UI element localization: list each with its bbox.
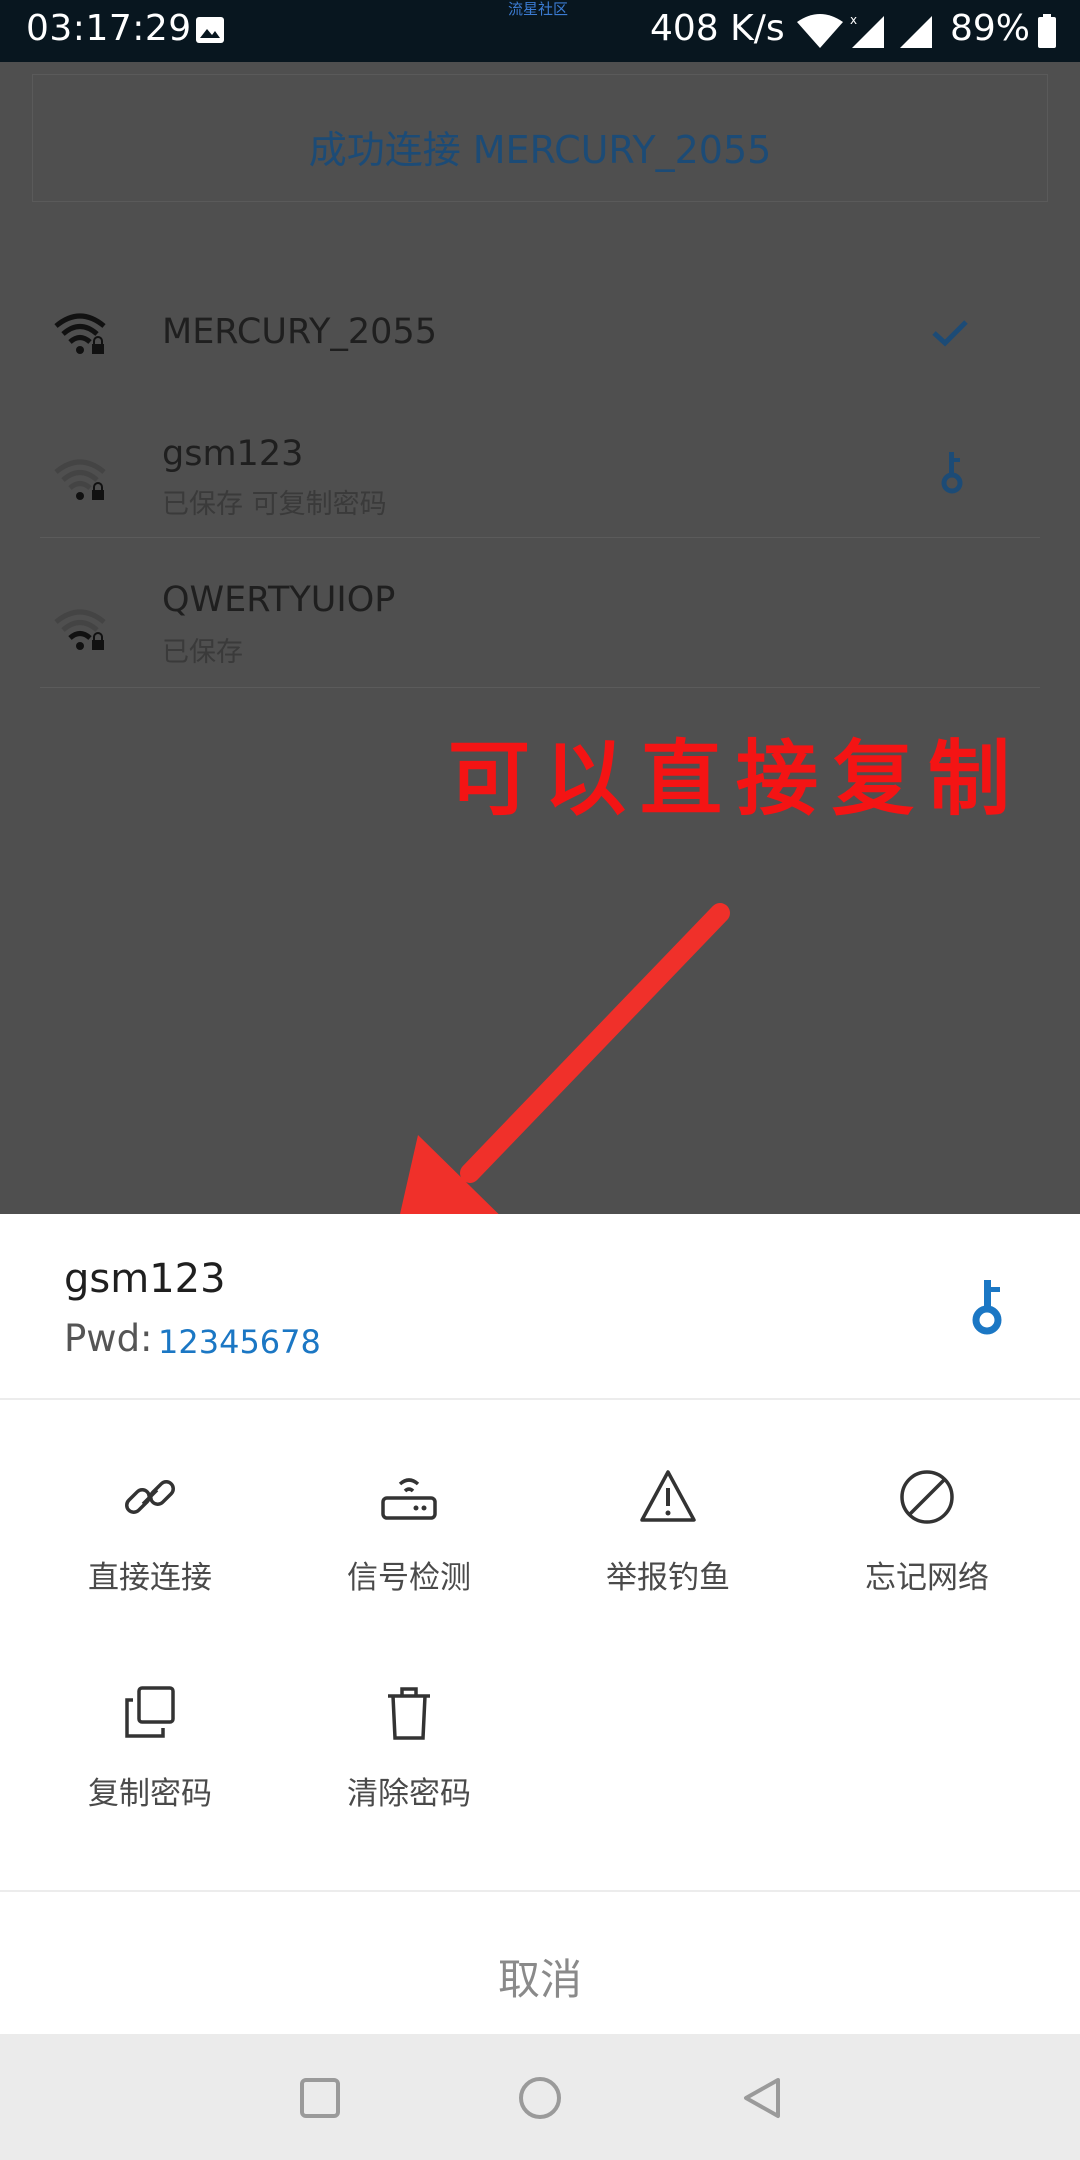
status-time: 03:17:29 [26,8,192,49]
wifi-lock-weak-icon [54,459,106,500]
battery-icon [1038,14,1056,48]
network-speed: 408 K/s [650,8,785,49]
wifi-ssid: gsm123 [162,434,304,474]
block-icon [900,1470,954,1524]
password-value[interactable]: 12345678 [158,1323,321,1361]
clear-password-button[interactable]: 清除密码 [319,1684,499,1854]
cancel-label: 取消 [497,1955,582,2004]
wifi-ssid: MERCURY_2055 [162,312,437,352]
recents-icon[interactable] [296,2074,344,2122]
svg-text:x: x [850,14,857,27]
action-label: 复制密码 [88,1776,212,1812]
list-divider [40,687,1040,688]
watermark-text: 流星社区 [508,0,569,18]
connect-button[interactable]: 直接连接 [60,1468,240,1638]
sheet-divider [0,1890,1080,1892]
image-notification-icon [196,17,224,43]
wifi-ssid: QWERTYUIOP [162,580,396,620]
back-icon[interactable] [738,2074,786,2122]
report-phishing-button[interactable]: 举报钓鱼 [578,1468,758,1638]
action-label: 举报钓鱼 [606,1560,730,1596]
sheet-divider [0,1398,1080,1400]
router-icon [381,1478,437,1520]
cell-signal-2-icon [900,16,932,48]
key-icon[interactable] [938,450,966,496]
annotation-text: 可以直接复制 [448,732,1025,827]
copy-password-button[interactable]: 复制密码 [60,1684,240,1854]
wifi-status-icon [797,14,843,48]
signal-test-button[interactable]: 信号检测 [319,1468,499,1638]
sheet-ssid: gsm123 [64,1256,226,1302]
home-icon[interactable] [516,2074,564,2122]
status-bar: 03:17:29 流星社区 408 K/s x 89% [0,0,1080,62]
list-divider [40,537,1040,538]
action-label: 信号检测 [347,1560,471,1596]
wifi-item-qwertyuiop[interactable]: QWERTYUIOP 已保存 [0,572,1080,682]
key-icon [972,1280,1002,1335]
cancel-button[interactable]: 取消 [0,1904,1080,2034]
wifi-lock-weak-icon [54,609,106,650]
action-label: 清除密码 [347,1776,471,1812]
wifi-lock-icon [54,313,106,354]
link-icon [125,1480,175,1514]
forget-network-button[interactable]: 忘记网络 [837,1468,1017,1638]
banner-text: 成功连接 MERCURY_2055 [308,128,772,172]
connection-banner: 成功连接 MERCURY_2055 [32,74,1048,202]
warning-icon [640,1470,696,1522]
copy-icon [125,1686,175,1738]
battery-percent: 89% [950,8,1031,49]
cell-signal-icon: x [850,14,884,48]
check-icon [932,320,968,347]
trash-icon [388,1687,430,1740]
system-nav-bar [0,2034,1080,2160]
wifi-item-mercury[interactable]: MERCURY_2055 [0,290,1080,380]
wifi-status-text: 已保存 [162,637,243,668]
password-label: Pwd: [64,1317,153,1360]
wifi-item-gsm123[interactable]: gsm123 已保存 可复制密码 [0,422,1080,532]
wifi-status-text: 已保存 可复制密码 [162,489,387,520]
network-action-sheet: gsm123 Pwd: 12345678 直接连接 信号检测 举报钓鱼 忘记网络… [0,1214,1080,2034]
action-label: 直接连接 [88,1560,212,1596]
action-label: 忘记网络 [865,1560,989,1596]
